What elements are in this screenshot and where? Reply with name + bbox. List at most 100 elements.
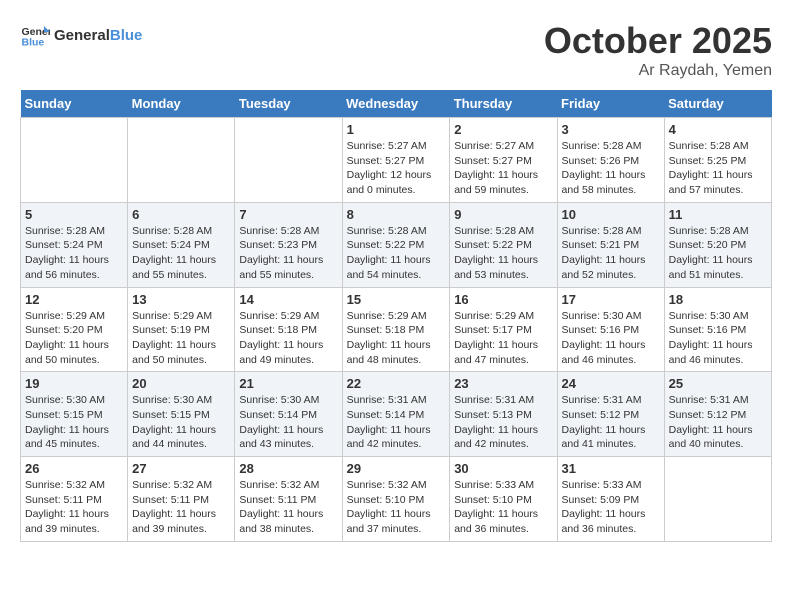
calendar-cell: 15 Sunrise: 5:29 AMSunset: 5:18 PMDayligh… — [342, 287, 450, 372]
day-number: 8 — [347, 207, 446, 222]
calendar-cell — [664, 457, 771, 542]
day-number: 4 — [669, 122, 767, 137]
day-number: 18 — [669, 292, 767, 307]
day-number: 6 — [132, 207, 230, 222]
calendar-cell: 23 Sunrise: 5:31 AMSunset: 5:13 PMDayligh… — [450, 372, 557, 457]
day-info: Sunrise: 5:33 AMSunset: 5:09 PMDaylight:… — [562, 478, 660, 537]
calendar-cell: 5Sunrise: 5:28 AMSunset: 5:24 PMDaylight… — [21, 202, 128, 287]
day-info: Sunrise: 5:31 AMSunset: 5:12 PMDaylight:… — [562, 393, 660, 452]
day-number: 16 — [454, 292, 552, 307]
calendar-cell: 17 Sunrise: 5:30 AMSunset: 5:16 PMDayligh… — [557, 287, 664, 372]
day-header-tuesday: Tuesday — [235, 90, 342, 118]
day-number: 1 — [347, 122, 446, 137]
day-info: Sunrise: 5:29 AMSunset: 5:17 PMDaylight:… — [454, 309, 552, 368]
calendar-cell — [128, 118, 235, 203]
day-number: 25 — [669, 376, 767, 391]
day-info: Sunrise: 5:32 AMSunset: 5:11 PMDaylight:… — [132, 478, 230, 537]
day-number: 24 — [562, 376, 660, 391]
calendar-header-row: SundayMondayTuesdayWednesdayThursdayFrid… — [21, 90, 772, 118]
day-number: 21 — [239, 376, 337, 391]
calendar-cell — [235, 118, 342, 203]
calendar-cell: 10Sunrise: 5:28 AMSunset: 5:21 PMDayligh… — [557, 202, 664, 287]
logo-text: GeneralBlue — [54, 27, 142, 44]
day-header-sunday: Sunday — [21, 90, 128, 118]
day-number: 11 — [669, 207, 767, 222]
day-header-monday: Monday — [128, 90, 235, 118]
calendar-cell: 18 Sunrise: 5:30 AMSunset: 5:16 PMDayligh… — [664, 287, 771, 372]
day-number: 2 — [454, 122, 552, 137]
logo: General Blue GeneralBlue — [20, 20, 142, 50]
day-info: Sunrise: 5:30 AMSunset: 5:16 PMDaylight:… — [562, 309, 660, 368]
calendar-cell: 16 Sunrise: 5:29 AMSunset: 5:17 PMDayligh… — [450, 287, 557, 372]
week-row-5: 26 Sunrise: 5:32 AMSunset: 5:11 PMDayligh… — [21, 457, 772, 542]
day-number: 7 — [239, 207, 337, 222]
week-row-4: 19 Sunrise: 5:30 AMSunset: 5:15 PMDayligh… — [21, 372, 772, 457]
day-info: Sunrise: 5:27 AMSunset: 5:27 PMDaylight:… — [347, 139, 446, 198]
day-info: Sunrise: 5:28 AMSunset: 5:26 PMDaylight:… — [562, 139, 660, 198]
day-info: Sunrise: 5:32 AMSunset: 5:10 PMDaylight:… — [347, 478, 446, 537]
week-row-1: 1 Sunrise: 5:27 AMSunset: 5:27 PMDaylight… — [21, 118, 772, 203]
day-number: 26 — [25, 461, 123, 476]
day-number: 10 — [562, 207, 660, 222]
title-block: October 2025 Ar Raydah, Yemen — [544, 20, 772, 80]
day-info: Sunrise: 5:29 AMSunset: 5:18 PMDaylight:… — [347, 309, 446, 368]
location-title: Ar Raydah, Yemen — [544, 62, 772, 80]
calendar-cell: 24 Sunrise: 5:31 AMSunset: 5:12 PMDayligh… — [557, 372, 664, 457]
calendar-cell: 9 Sunrise: 5:28 AMSunset: 5:22 PMDaylight… — [450, 202, 557, 287]
calendar-cell: 4Sunrise: 5:28 AMSunset: 5:25 PMDaylight… — [664, 118, 771, 203]
day-info: Sunrise: 5:27 AMSunset: 5:27 PMDaylight:… — [454, 139, 552, 198]
calendar-cell: 14 Sunrise: 5:29 AMSunset: 5:18 PMDayligh… — [235, 287, 342, 372]
day-info: Sunrise: 5:30 AMSunset: 5:14 PMDaylight:… — [239, 393, 337, 452]
calendar-cell: 3 Sunrise: 5:28 AMSunset: 5:26 PMDaylight… — [557, 118, 664, 203]
day-number: 14 — [239, 292, 337, 307]
calendar-cell: 11 Sunrise: 5:28 AMSunset: 5:20 PMDayligh… — [664, 202, 771, 287]
week-row-2: 5 Sunrise: 5:28 AMSunset: 5:24 PMDaylight… — [21, 202, 772, 287]
day-number: 29 — [347, 461, 446, 476]
day-info: Sunrise: 5:30 AMSunset: 5:16 PMDaylight:… — [669, 309, 767, 368]
day-header-thursday: Thursday — [450, 90, 557, 118]
day-info: Sunrise: 5:28 AMSunset: 5:20 PMDaylight:… — [669, 224, 767, 283]
calendar-cell: 28Sunrise: 5:32 AMSunset: 5:11 PMDayligh… — [235, 457, 342, 542]
day-number: 22 — [347, 376, 446, 391]
calendar-cell: 1 Sunrise: 5:27 AMSunset: 5:27 PMDaylight… — [342, 118, 450, 203]
day-info: Sunrise: 5:32 AMSunset: 5:11 PMDaylight:… — [239, 478, 337, 537]
calendar-cell: 2 Sunrise: 5:27 AMSunset: 5:27 PMDaylight… — [450, 118, 557, 203]
day-info: Sunrise: 5:28 AMSunset: 5:24 PMDaylight:… — [132, 224, 230, 283]
calendar-cell — [21, 118, 128, 203]
day-number: 13 — [132, 292, 230, 307]
day-number: 19 — [25, 376, 123, 391]
calendar-cell: 30Sunrise: 5:33 AMSunset: 5:10 PMDayligh… — [450, 457, 557, 542]
day-info: Sunrise: 5:31 AMSunset: 5:13 PMDaylight:… — [454, 393, 552, 452]
calendar-cell: 29 Sunrise: 5:32 AMSunset: 5:10 PMDayligh… — [342, 457, 450, 542]
day-number: 12 — [25, 292, 123, 307]
day-info: Sunrise: 5:29 AMSunset: 5:20 PMDaylight:… — [25, 309, 123, 368]
logo-icon: General Blue — [20, 20, 50, 50]
day-info: Sunrise: 5:28 AMSunset: 5:22 PMDaylight:… — [454, 224, 552, 283]
day-number: 23 — [454, 376, 552, 391]
day-number: 9 — [454, 207, 552, 222]
calendar-cell: 8 Sunrise: 5:28 AMSunset: 5:22 PMDaylight… — [342, 202, 450, 287]
day-number: 17 — [562, 292, 660, 307]
calendar-cell: 21 Sunrise: 5:30 AMSunset: 5:14 PMDayligh… — [235, 372, 342, 457]
week-row-3: 12 Sunrise: 5:29 AMSunset: 5:20 PMDayligh… — [21, 287, 772, 372]
day-number: 30 — [454, 461, 552, 476]
svg-text:Blue: Blue — [22, 37, 45, 49]
day-info: Sunrise: 5:28 AMSunset: 5:22 PMDaylight:… — [347, 224, 446, 283]
day-info: Sunrise: 5:28 AMSunset: 5:23 PMDaylight:… — [239, 224, 337, 283]
day-info: Sunrise: 5:30 AMSunset: 5:15 PMDaylight:… — [25, 393, 123, 452]
day-number: 27 — [132, 461, 230, 476]
day-header-wednesday: Wednesday — [342, 90, 450, 118]
month-title: October 2025 — [544, 20, 772, 62]
day-info: Sunrise: 5:29 AMSunset: 5:18 PMDaylight:… — [239, 309, 337, 368]
day-info: Sunrise: 5:31 AMSunset: 5:14 PMDaylight:… — [347, 393, 446, 452]
day-info: Sunrise: 5:31 AMSunset: 5:12 PMDaylight:… — [669, 393, 767, 452]
day-number: 5 — [25, 207, 123, 222]
page-header: General Blue GeneralBlue October 2025 Ar… — [20, 20, 772, 80]
calendar-cell: 13Sunrise: 5:29 AMSunset: 5:19 PMDayligh… — [128, 287, 235, 372]
calendar-cell: 27 Sunrise: 5:32 AMSunset: 5:11 PMDayligh… — [128, 457, 235, 542]
day-header-saturday: Saturday — [664, 90, 771, 118]
day-number: 3 — [562, 122, 660, 137]
day-header-friday: Friday — [557, 90, 664, 118]
calendar-cell: 31Sunrise: 5:33 AMSunset: 5:09 PMDayligh… — [557, 457, 664, 542]
day-number: 15 — [347, 292, 446, 307]
